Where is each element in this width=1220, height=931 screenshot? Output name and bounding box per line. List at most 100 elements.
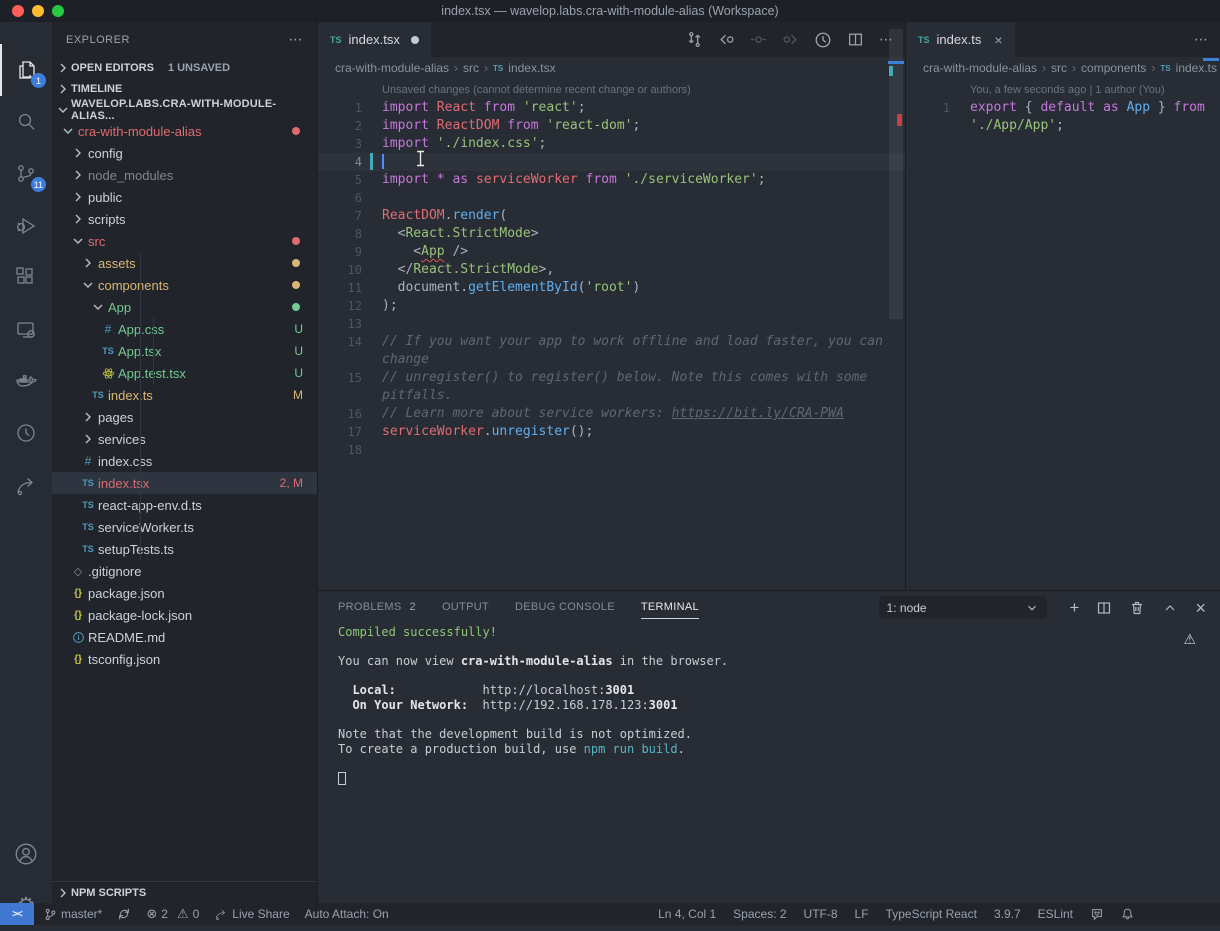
breadcrumb-item[interactable]: index.ts (1176, 61, 1217, 75)
tree-item-index.ts[interactable]: TSindex.tsM (52, 384, 317, 406)
tree-item-README.md[interactable]: iREADME.md (52, 626, 317, 648)
cursor-position-item[interactable]: Ln 4, Col 1 (658, 907, 716, 921)
timeline-section[interactable]: TIMELINE (52, 78, 317, 99)
tree-item-App.test.tsx[interactable]: App.test.tsxU (52, 362, 317, 384)
tab-index-tsx[interactable]: TS index.tsx (318, 22, 431, 57)
code-line[interactable]: 10 </React.StrictMode>, (318, 261, 905, 279)
breadcrumb-item[interactable]: src (463, 61, 479, 75)
code-line[interactable]: 16// Learn more about service workers: h… (318, 405, 905, 423)
live-share-item[interactable]: Live Share (214, 907, 289, 921)
git-history-icon[interactable] (0, 407, 52, 459)
more-actions-icon[interactable]: ⋯ (1194, 31, 1208, 48)
encoding-item[interactable]: UTF-8 (804, 907, 838, 921)
tab-output[interactable]: OUTPUT (442, 601, 489, 613)
code-line[interactable]: 8 <React.StrictMode> (318, 225, 905, 243)
close-tab-icon[interactable]: × (994, 32, 1002, 48)
code-line[interactable]: 5import * as serviceWorker from './servi… (318, 171, 905, 189)
code-line[interactable]: 17serviceWorker.unregister(); (318, 423, 905, 441)
codelens-annotation[interactable]: Unsaved changes (cannot determine recent… (318, 82, 905, 99)
sync-changes-item[interactable] (117, 907, 131, 921)
chevron-right-icon[interactable] (80, 409, 96, 425)
breadcrumb-item[interactable]: cra-with-module-alias (335, 61, 449, 75)
tree-item-index.css[interactable]: #index.css (52, 450, 317, 472)
tree-item-pages[interactable]: pages (52, 406, 317, 428)
open-editors-section[interactable]: OPEN EDITORS 1 UNSAVED (52, 57, 317, 78)
breadcrumb[interactable]: cra-with-module-alias src components TS … (906, 57, 1220, 79)
code-line[interactable]: 14// If you want your app to work offlin… (318, 333, 905, 351)
split-editor-icon[interactable] (847, 31, 864, 48)
search-icon[interactable] (0, 96, 52, 148)
tree-item-serviceWorker.ts[interactable]: TSserviceWorker.ts (52, 516, 317, 538)
auto-attach-item[interactable]: Auto Attach: On (305, 907, 389, 921)
problems-status-item[interactable]: ⊗ 2 ⚠ 0 (146, 906, 199, 922)
tab-debug-console[interactable]: DEBUG CONSOLE (515, 601, 615, 613)
code-line[interactable]: 13 (318, 315, 905, 333)
code-editor[interactable]: You, a few seconds ago | 1 author (You)1… (906, 79, 1220, 135)
chevron-down-icon[interactable] (90, 299, 106, 315)
breadcrumb[interactable]: cra-with-module-alias src TS index.tsx (318, 57, 905, 79)
remote-indicator[interactable]: >< (0, 903, 34, 925)
accounts-icon[interactable] (0, 828, 52, 880)
tree-item-setupTests.ts[interactable]: TSsetupTests.ts (52, 538, 317, 560)
code-line[interactable]: 11 document.getElementById('root') (318, 279, 905, 297)
breadcrumb-item[interactable]: components (1081, 61, 1146, 75)
eslint-item[interactable]: ESLint (1038, 907, 1073, 921)
tree-item-services[interactable]: services (52, 428, 317, 450)
explorer-icon[interactable]: 1 (0, 44, 52, 96)
ts-version-item[interactable]: 3.9.7 (994, 907, 1021, 921)
source-control-icon[interactable]: 11 (0, 148, 52, 200)
chevron-right-icon[interactable] (80, 431, 96, 447)
next-change-icon[interactable] (782, 31, 799, 48)
remote-explorer-icon[interactable] (0, 304, 52, 356)
notifications-bell-icon[interactable] (1121, 907, 1134, 921)
breadcrumb-item[interactable]: index.tsx (508, 61, 555, 75)
code-line[interactable]: pitfalls. (318, 387, 905, 405)
eol-item[interactable]: LF (855, 907, 869, 921)
tree-item-package-lock.json[interactable]: {}package-lock.json (52, 604, 317, 626)
code-line[interactable]: 3import './index.css'; (318, 135, 905, 153)
code-editor[interactable]: Unsaved changes (cannot determine recent… (318, 79, 905, 459)
chevron-down-icon[interactable] (80, 277, 96, 293)
tree-item-node_modules[interactable]: node_modules (52, 164, 317, 186)
code-line[interactable]: 7ReactDOM.render( (318, 207, 905, 225)
sidebar-more-icon[interactable]: ⋯ (289, 31, 304, 48)
chevron-right-icon[interactable] (70, 145, 86, 161)
zoom-window-button[interactable] (52, 5, 64, 17)
tree-item-config[interactable]: config (52, 142, 317, 164)
tree-item-public[interactable]: public (52, 186, 317, 208)
terminal-select[interactable]: 1: node (879, 596, 1047, 619)
code-line[interactable]: './App/App'; (906, 117, 1220, 135)
open-changes-icon[interactable] (686, 31, 703, 48)
code-line[interactable]: 4 (318, 153, 905, 171)
npm-scripts-section[interactable]: NPM SCRIPTS (52, 881, 317, 903)
code-line[interactable]: 6 (318, 189, 905, 207)
chevron-right-icon[interactable] (80, 255, 96, 271)
chevron-right-icon[interactable] (70, 189, 86, 205)
code-line[interactable]: 2import ReactDOM from 'react-dom'; (318, 117, 905, 135)
tab-terminal[interactable]: TERMINAL (641, 595, 699, 619)
terminal-output[interactable]: Compiled successfully! You can now view … (338, 625, 728, 786)
codelens-annotation[interactable]: You, a few seconds ago | 1 author (You) (906, 82, 1220, 99)
tree-item-src[interactable]: src (52, 230, 317, 252)
dirty-indicator-icon[interactable] (411, 36, 419, 44)
tab-problems[interactable]: PROBLEMS 2 (338, 601, 416, 613)
tree-item-index.tsx[interactable]: TSindex.tsx2, M (52, 472, 317, 494)
close-window-button[interactable] (12, 5, 24, 17)
feedback-smiley-icon[interactable] (1090, 907, 1104, 921)
breadcrumb-item[interactable]: src (1051, 61, 1067, 75)
tree-item-react-app-env.d.ts[interactable]: TSreact-app-env.d.ts (52, 494, 317, 516)
tree-item-tsconfig.json[interactable]: {}tsconfig.json (52, 648, 317, 670)
chevron-right-icon[interactable] (70, 211, 86, 227)
chevron-down-icon[interactable] (60, 123, 76, 139)
maximize-panel-icon[interactable] (1162, 600, 1178, 616)
extensions-icon[interactable] (0, 252, 52, 304)
tree-item-App.tsx[interactable]: TSApp.tsxU (52, 340, 317, 362)
minimize-window-button[interactable] (32, 5, 44, 17)
tree-item-assets[interactable]: assets (52, 252, 317, 274)
tree-item-cra-with-module-alias[interactable]: cra-with-module-alias (52, 120, 317, 142)
code-line[interactable]: 9 <App /> (318, 243, 905, 261)
tree-item-scripts[interactable]: scripts (52, 208, 317, 230)
new-terminal-icon[interactable]: + (1070, 599, 1080, 616)
tab-index-ts[interactable]: TS index.ts × (906, 22, 1015, 57)
chevron-down-icon[interactable] (70, 233, 86, 249)
